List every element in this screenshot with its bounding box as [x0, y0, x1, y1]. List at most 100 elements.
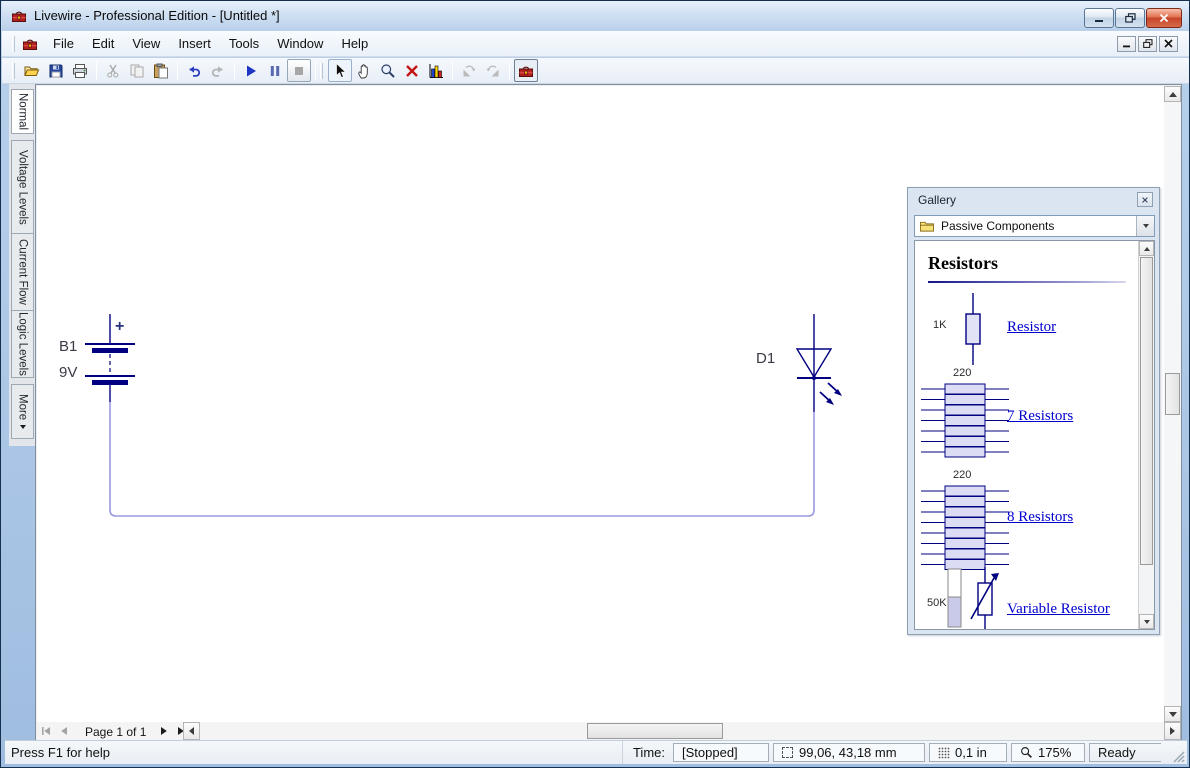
first-page-button[interactable]	[39, 725, 53, 737]
resistor-icon[interactable]	[953, 293, 993, 365]
menu-file[interactable]: File	[44, 32, 83, 55]
scissors-cut-icon	[105, 63, 121, 79]
window-minimize-button[interactable]	[1084, 8, 1114, 28]
tab-logic-levels[interactable]: Logic Levels	[11, 310, 34, 378]
gallery-link-7-resistors[interactable]: 7 Resistors	[1007, 408, 1073, 425]
menu-edit[interactable]: Edit	[83, 32, 123, 55]
child-restore-button[interactable]	[1138, 36, 1157, 52]
redo-button[interactable]	[206, 59, 230, 82]
paste-clipboard-icon	[153, 63, 169, 79]
gallery-link-8-resistors[interactable]: 8 Resistors	[1007, 509, 1073, 526]
minimize-icon	[1094, 14, 1104, 23]
page-indicator: Page 1 of 1	[85, 725, 146, 739]
undo-button[interactable]	[182, 59, 206, 82]
gallery-toggle-button[interactable]	[514, 59, 538, 82]
view-tab-strip: Normal Voltage Levels Current Flow Logic…	[9, 84, 36, 446]
variable-resistor-icon[interactable]	[945, 567, 1001, 630]
stop-button[interactable]	[287, 59, 311, 82]
chevron-down-icon	[20, 425, 26, 429]
grid-icon	[938, 747, 950, 759]
arrow-left-icon	[189, 727, 194, 735]
open-button[interactable]	[20, 59, 44, 82]
gallery-scrollbar[interactable]	[1138, 241, 1154, 629]
gallery-link-resistor[interactable]: Resistor	[1007, 319, 1056, 336]
tab-normal[interactable]: Normal	[11, 89, 34, 134]
child-minimize-button[interactable]	[1117, 36, 1136, 52]
gallery-list: Resistors 1K Resistor 220 7 Resistors 22…	[914, 240, 1155, 630]
toolbar-separator	[452, 62, 453, 80]
previous-page-button[interactable]	[57, 725, 71, 737]
chevron-down-icon	[1143, 224, 1149, 228]
rotate-right-button[interactable]	[481, 59, 505, 82]
tab-voltage-levels[interactable]: Voltage Levels	[11, 140, 34, 234]
menu-window[interactable]: Window	[268, 32, 332, 55]
gallery-scroll-thumb[interactable]	[1140, 257, 1153, 565]
run-button[interactable]	[239, 59, 263, 82]
scroll-up-button[interactable]	[1164, 86, 1181, 102]
zoom-tool-button[interactable]	[376, 59, 400, 82]
first-page-icon	[41, 726, 51, 736]
menu-tools[interactable]: Tools	[220, 32, 268, 55]
resistor-array-7-icon[interactable]	[921, 381, 1009, 459]
menu-bar: File Edit View Insert Tools Window Help	[2, 31, 1190, 57]
tab-current-label: Current Flow	[17, 239, 29, 305]
toolbar-grip[interactable]	[320, 63, 323, 79]
print-button[interactable]	[68, 59, 92, 82]
led-component[interactable]	[797, 314, 842, 412]
menu-view[interactable]: View	[123, 32, 169, 55]
gallery-close-button[interactable]	[1137, 192, 1153, 207]
graph-button[interactable]	[424, 59, 448, 82]
toolbar-grip[interactable]	[12, 63, 15, 79]
pause-button[interactable]	[263, 59, 287, 82]
copy-button[interactable]	[125, 59, 149, 82]
component-value: 220	[953, 469, 971, 481]
scroll-right-button[interactable]	[1164, 722, 1181, 740]
arrow-down-icon	[1144, 620, 1150, 624]
resize-grip[interactable]	[1169, 747, 1185, 763]
toolbar-separator	[177, 62, 178, 80]
rotate-right-icon	[485, 63, 501, 79]
simulation-state-box: [Stopped]	[673, 743, 769, 762]
tab-current-flow[interactable]: Current Flow	[11, 233, 34, 311]
pan-tool-button[interactable]	[352, 59, 376, 82]
window-close-button[interactable]	[1146, 8, 1182, 28]
document-icon[interactable]	[22, 36, 38, 52]
horizontal-scroll-thumb[interactable]	[587, 723, 723, 739]
bar-graph-icon	[428, 63, 444, 79]
floppy-save-icon	[48, 63, 64, 79]
scroll-left-button[interactable]	[183, 722, 200, 740]
scroll-down-button[interactable]	[1164, 706, 1181, 722]
battery-component[interactable]	[85, 314, 135, 402]
cursor-coordinates: 99,06, 43,18 mm	[799, 745, 897, 760]
save-button[interactable]	[44, 59, 68, 82]
child-close-button[interactable]	[1159, 36, 1178, 52]
vertical-scroll-thumb[interactable]	[1165, 373, 1180, 415]
tab-logic-label: Logic Levels	[17, 312, 29, 376]
rotate-left-button[interactable]	[457, 59, 481, 82]
menubar-grip[interactable]	[12, 36, 15, 52]
resistor-array-8-icon[interactable]	[921, 483, 1009, 571]
delete-tool-button[interactable]	[400, 59, 424, 82]
menu-insert[interactable]: Insert	[169, 32, 220, 55]
battery-value-label: 9V	[59, 364, 77, 381]
close-icon	[1141, 196, 1149, 204]
scroll-up-button[interactable]	[1139, 241, 1154, 256]
window-restore-button[interactable]	[1115, 8, 1145, 28]
paste-button[interactable]	[149, 59, 173, 82]
component-category-select[interactable]: Passive Components	[914, 215, 1155, 237]
menu-help[interactable]: Help	[332, 32, 377, 55]
next-page-button[interactable]	[157, 725, 171, 737]
time-label: Time:	[623, 745, 673, 760]
title-bar: Livewire - Professional Edition - [Untit…	[2, 1, 1190, 31]
cut-button[interactable]	[101, 59, 125, 82]
component-value: 220	[953, 367, 971, 379]
ready-state-box: Ready	[1089, 743, 1161, 762]
vertical-scrollbar[interactable]	[1164, 86, 1181, 722]
toolbar-separator	[315, 62, 316, 80]
wire[interactable]	[110, 402, 814, 516]
select-tool-button[interactable]	[328, 59, 352, 82]
dropdown-arrow-button[interactable]	[1136, 216, 1154, 236]
tab-more[interactable]: More	[11, 384, 34, 439]
scroll-down-button[interactable]	[1139, 614, 1154, 629]
gallery-link-variable-resistor[interactable]: Variable Resistor	[1007, 601, 1110, 618]
